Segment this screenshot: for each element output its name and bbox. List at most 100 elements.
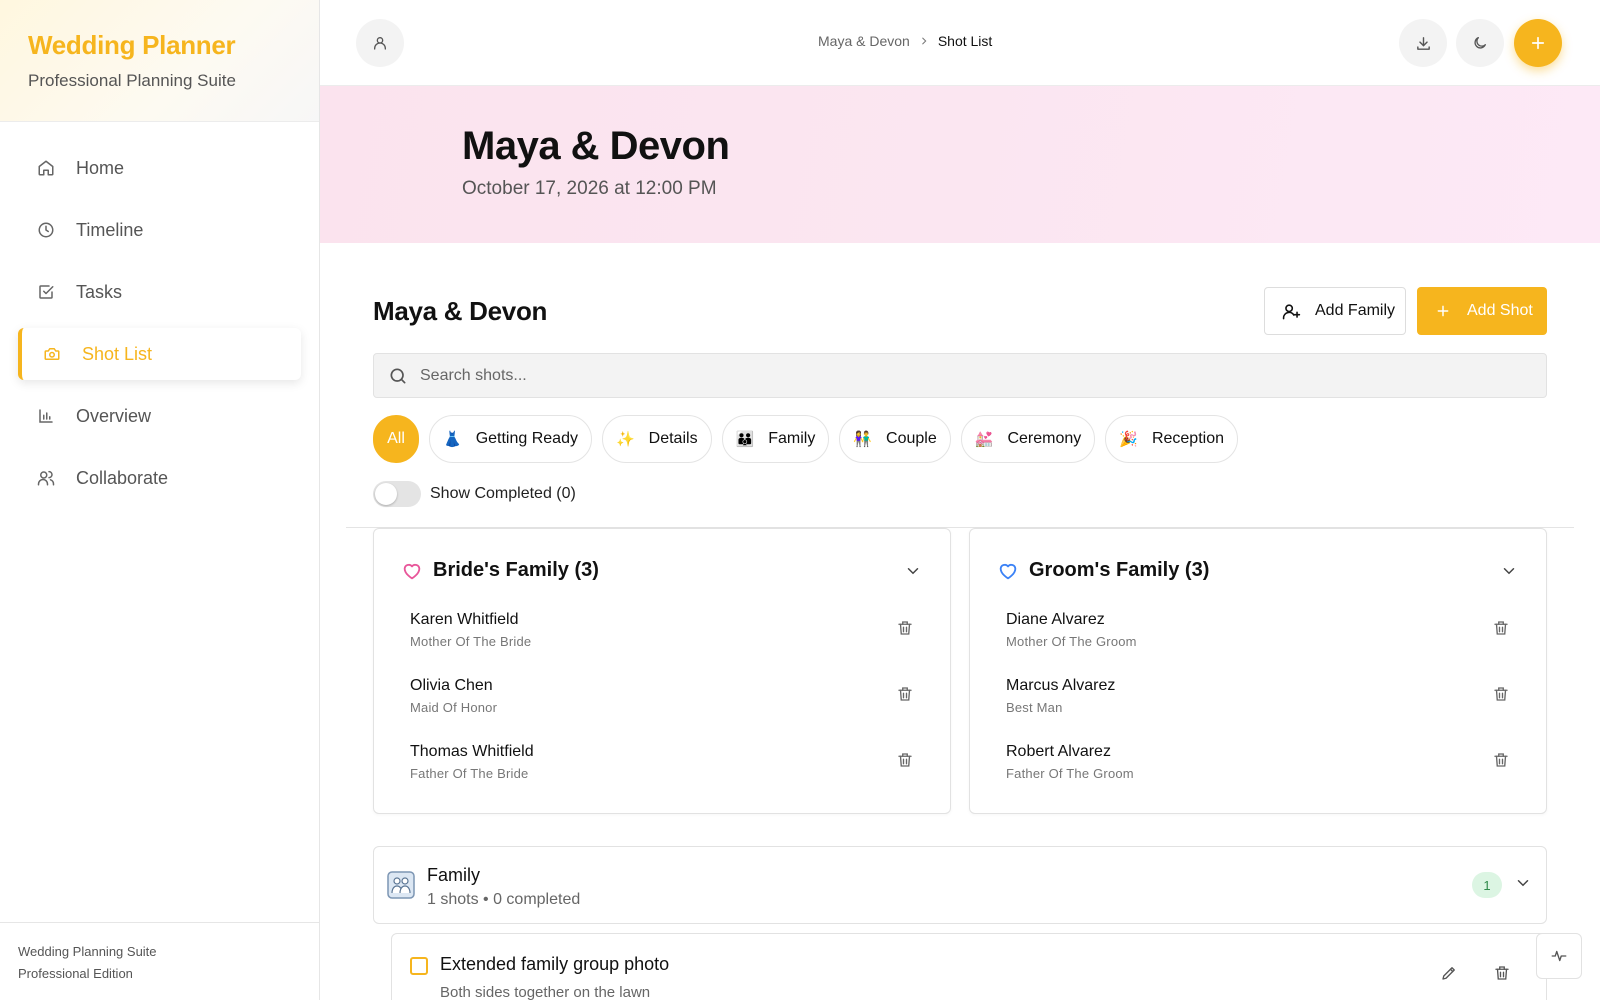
grooms-family-card: Groom's Family (3) Diane Alvarez Mother … xyxy=(969,528,1547,814)
sidebar: Wedding Planner Professional Planning Su… xyxy=(0,0,320,1000)
shot-description: Both sides together on the lawn xyxy=(440,984,651,1000)
family-member: Robert Alvarez Father Of The Groom xyxy=(1006,743,1516,793)
member-role: Maid Of Honor xyxy=(410,700,498,715)
sidebar-item-collaborate[interactable]: Collaborate xyxy=(18,452,301,504)
member-name: Robert Alvarez xyxy=(1006,743,1111,760)
trash-icon[interactable] xyxy=(896,619,914,637)
breadcrumb: Maya & Devon Shot List xyxy=(818,33,992,49)
family-member: Marcus Alvarez Best Man xyxy=(1006,677,1516,727)
activity-button[interactable] xyxy=(1536,933,1582,979)
sidebar-footer: Wedding Planning Suite Professional Edit… xyxy=(0,922,319,1000)
member-role: Mother Of The Groom xyxy=(1006,634,1137,649)
shot-category-family[interactable]: Family 1 shots • 0 completed 1 xyxy=(373,846,1547,924)
filter-chip-reception[interactable]: 🎉 Reception xyxy=(1105,415,1238,463)
filter-chip-family[interactable]: 👪 Family xyxy=(721,415,830,463)
brand-title: Wedding Planner xyxy=(28,30,236,60)
checkbox-icon xyxy=(36,282,56,302)
shot-title: Extended family group photo xyxy=(440,954,670,974)
sparkles-icon: ✨ xyxy=(615,431,635,448)
chapel-icon: 💒 xyxy=(974,431,994,448)
add-shot-button[interactable]: Add Shot xyxy=(1417,287,1547,335)
pencil-icon[interactable] xyxy=(1440,964,1458,982)
home-icon xyxy=(36,158,56,178)
show-completed-row: Show Completed (0) xyxy=(373,481,576,507)
grooms-family-title: Groom's Family (3) xyxy=(1029,559,1210,581)
member-name: Marcus Alvarez xyxy=(1006,677,1116,694)
trash-icon[interactable] xyxy=(1493,964,1511,982)
filter-chip-all[interactable]: All xyxy=(373,415,419,463)
search-bar xyxy=(373,353,1547,398)
sidebar-item-timeline[interactable]: Timeline xyxy=(18,204,301,256)
member-role: Best Man xyxy=(1006,700,1063,715)
heart-icon xyxy=(997,560,1019,582)
member-name: Olivia Chen xyxy=(410,677,493,694)
filter-chip-details[interactable]: ✨ Details xyxy=(601,415,712,463)
chip-label: Details xyxy=(648,430,698,447)
dress-icon: 👗 xyxy=(443,431,462,448)
sidebar-item-label: Collaborate xyxy=(76,467,169,488)
user-button[interactable] xyxy=(356,19,404,67)
bar-chart-icon xyxy=(36,406,56,426)
clock-icon xyxy=(36,220,56,240)
chevron-down-icon[interactable] xyxy=(1514,874,1532,892)
add-family-button[interactable]: Add Family xyxy=(1264,287,1406,335)
theme-toggle-button[interactable] xyxy=(1456,19,1504,67)
show-completed-toggle[interactable] xyxy=(373,481,421,507)
sidebar-item-shot-list[interactable]: Shot List xyxy=(18,328,301,380)
topbar: Maya & Devon Shot List xyxy=(320,0,1600,86)
filter-chip-ceremony[interactable]: 💒 Ceremony xyxy=(960,415,1096,463)
heart-icon xyxy=(401,560,423,582)
add-shot-label: Add Shot xyxy=(1467,302,1533,319)
chip-label: Ceremony xyxy=(1007,430,1082,447)
quick-add-button[interactable] xyxy=(1514,19,1562,67)
hero-date: October 17, 2026 at 12:00 PM xyxy=(462,178,717,199)
toggle-knob xyxy=(375,483,397,505)
trash-icon[interactable] xyxy=(1492,685,1510,703)
trash-icon[interactable] xyxy=(1492,619,1510,637)
trash-icon[interactable] xyxy=(896,685,914,703)
member-role: Mother Of The Bride xyxy=(410,634,532,649)
brand-subtitle: Professional Planning Suite xyxy=(28,71,236,90)
users-icon xyxy=(36,468,56,488)
trash-icon[interactable] xyxy=(896,751,914,769)
shot-checkbox[interactable] xyxy=(410,957,428,975)
filter-chip-getting-ready[interactable]: 👗 Getting Ready xyxy=(429,415,592,463)
plus-icon xyxy=(1433,303,1453,319)
trash-icon[interactable] xyxy=(1492,751,1510,769)
family-member: Diane Alvarez Mother Of The Groom xyxy=(1006,611,1516,661)
brides-family-card: Bride's Family (3) Karen Whitfield Mothe… xyxy=(373,528,951,814)
download-icon xyxy=(1415,35,1432,52)
family-member: Thomas Whitfield Father Of The Bride xyxy=(410,743,920,793)
chevron-down-icon[interactable] xyxy=(1500,562,1518,580)
brides-family-header: Bride's Family (3) xyxy=(401,559,599,582)
family-icon xyxy=(387,871,417,901)
chevron-down-icon[interactable] xyxy=(904,562,922,580)
sidebar-item-overview[interactable]: Overview xyxy=(18,390,301,442)
category-title: Family xyxy=(427,865,480,885)
member-role: Father Of The Groom xyxy=(1006,766,1134,781)
grooms-family-header: Groom's Family (3) xyxy=(997,559,1209,582)
user-icon xyxy=(372,35,388,51)
member-name: Karen Whitfield xyxy=(410,611,519,628)
chip-label: All xyxy=(387,430,405,447)
sidebar-item-label: Shot List xyxy=(82,343,153,364)
activity-icon xyxy=(1550,947,1568,965)
chevron-right-icon xyxy=(919,34,929,49)
chip-label: Family xyxy=(768,430,816,447)
brides-family-title: Bride's Family (3) xyxy=(433,559,599,581)
page-title: Maya & Devon xyxy=(373,296,548,326)
hero-title: Maya & Devon xyxy=(462,124,730,168)
family-member: Olivia Chen Maid Of Honor xyxy=(410,677,920,727)
main-content: Maya & Devon Add Family Add Shot All 👗 G… xyxy=(320,243,1600,1000)
sidebar-item-label: Timeline xyxy=(76,219,144,240)
filter-chip-couple[interactable]: 👫 Couple xyxy=(839,415,951,463)
download-button[interactable] xyxy=(1399,19,1447,67)
sidebar-item-home[interactable]: Home xyxy=(18,142,301,194)
breadcrumb-parent[interactable]: Maya & Devon xyxy=(818,33,910,49)
search-input[interactable] xyxy=(420,366,1520,385)
sidebar-item-label: Tasks xyxy=(76,281,123,302)
moon-icon xyxy=(1472,35,1488,51)
hero-banner: Maya & Devon October 17, 2026 at 12:00 P… xyxy=(320,86,1600,243)
chip-label: Getting Ready xyxy=(475,430,578,447)
sidebar-item-tasks[interactable]: Tasks xyxy=(18,266,301,318)
